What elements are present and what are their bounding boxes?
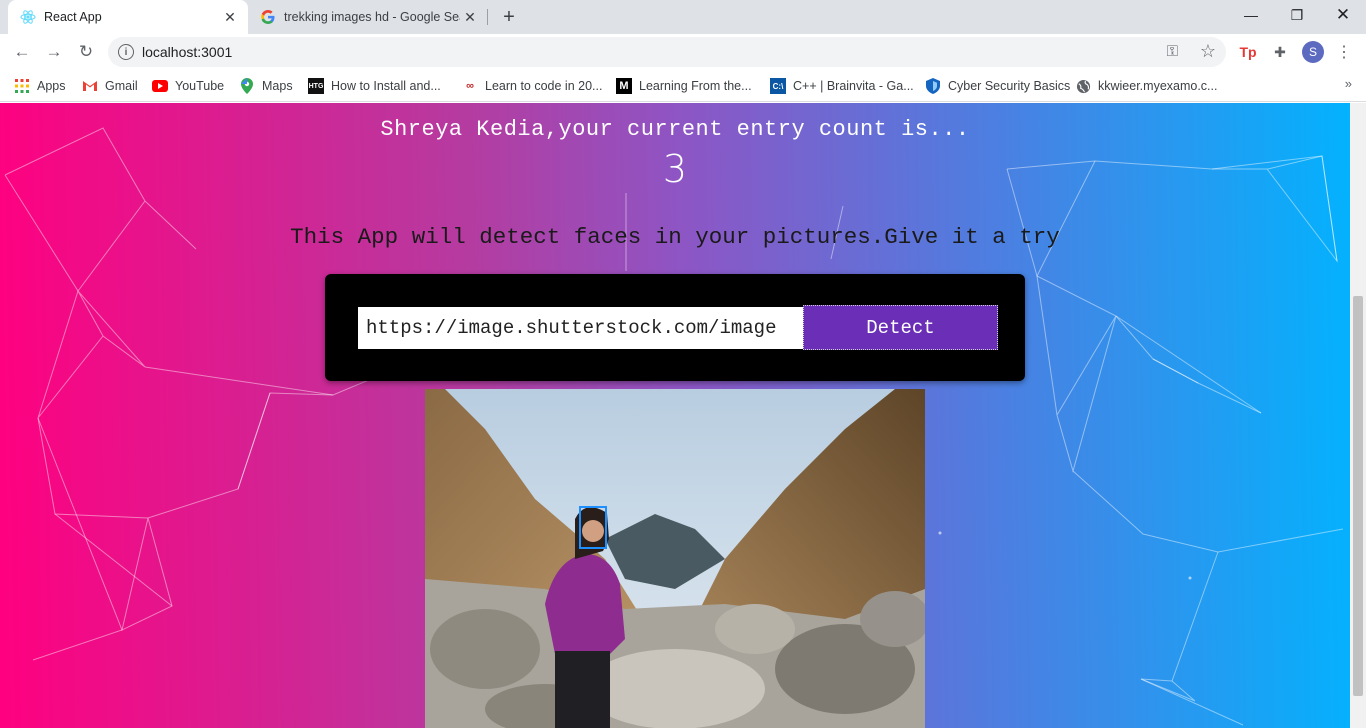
bookmark-maps[interactable]: Maps — [239, 76, 293, 96]
medium-icon: M — [616, 78, 632, 94]
bookmarks-bar: Apps Gmail YouTube Maps HTG How to Insta… — [0, 70, 1366, 102]
bookmark-learning-from[interactable]: M Learning From the... — [616, 76, 752, 96]
bookmark-label: kkwieer.myexamo.c... — [1098, 79, 1218, 93]
window-close-icon[interactable]: ✕ — [1320, 0, 1366, 30]
tab-title: trekking images hd - Google Sea — [284, 10, 460, 24]
bookmark-label: Learn to code in 20... — [485, 79, 603, 93]
bookmark-label: YouTube — [175, 79, 225, 93]
address-url: localhost:3001 — [142, 44, 233, 60]
globe-icon — [1075, 78, 1091, 94]
tab-react-app[interactable]: React App ✕ — [8, 0, 248, 34]
star-icon[interactable]: ☆ — [1200, 41, 1216, 62]
menu-icon[interactable]: ⋮ — [1336, 42, 1352, 62]
page-scrollbar[interactable] — [1350, 103, 1366, 728]
shield-icon — [925, 78, 941, 94]
bookmark-label: Learning From the... — [639, 79, 752, 93]
key-icon[interactable]: ⚿ — [1167, 43, 1178, 60]
bookmark-label: Maps — [262, 79, 293, 93]
code-icon: ∞ — [466, 80, 474, 92]
entry-count-value: 3 — [662, 147, 688, 191]
page-viewport: Shreya Kedia,your current entry count is… — [0, 103, 1366, 728]
tp-extension-icon[interactable]: Tp — [1238, 42, 1258, 62]
bookmark-label: Cyber Security Basics — [948, 79, 1071, 93]
new-tab-icon[interactable]: + — [498, 6, 520, 28]
gmail-icon — [82, 78, 98, 94]
back-icon[interactable]: ← — [8, 38, 36, 66]
more-bookmarks-icon[interactable]: » — [1345, 76, 1352, 91]
puzzle-icon[interactable]: ✚ — [1270, 42, 1290, 62]
site-info-icon[interactable]: i — [118, 44, 134, 60]
apps-grid-icon — [14, 78, 30, 94]
reload-icon[interactable]: ↻ — [72, 38, 100, 66]
restore-icon[interactable]: ❐ — [1274, 0, 1320, 30]
scrollbar-thumb[interactable] — [1353, 296, 1363, 696]
bookmark-label: C++ | Brainvita - Ga... — [793, 79, 914, 93]
bookmark-apps[interactable]: Apps — [14, 76, 66, 96]
htg-icon: HTG — [308, 78, 324, 94]
forward-icon[interactable]: → — [40, 38, 68, 66]
google-icon — [260, 9, 276, 25]
browser-toolbar: ← → ↻ i localhost:3001 ⚿ ☆ Tp ✚ S ⋮ — [0, 34, 1366, 70]
detect-button[interactable]: Detect — [803, 305, 998, 350]
bookmark-gmail[interactable]: Gmail — [82, 76, 138, 96]
entry-count-greeting: Shreya Kedia,your current entry count is… — [380, 117, 970, 142]
cpp-icon: C:\ — [770, 78, 786, 94]
bookmark-label: Apps — [37, 79, 66, 93]
tab-title: React App — [44, 10, 102, 24]
address-bar[interactable]: i localhost:3001 ⚿ ☆ — [108, 37, 1226, 67]
bookmark-kkwieer[interactable]: kkwieer.myexamo.c... — [1075, 76, 1217, 96]
bookmark-youtube[interactable]: YouTube — [152, 76, 224, 96]
youtube-icon — [152, 78, 168, 94]
maps-icon — [239, 78, 255, 94]
bookmark-cpp-brainvita[interactable]: C:\ C++ | Brainvita - Ga... — [770, 76, 914, 96]
bookmark-learn-to-code[interactable]: ∞ Learn to code in 20... — [462, 76, 602, 96]
bookmark-htg[interactable]: HTG How to Install and... — [308, 76, 441, 96]
avatar[interactable]: S — [1302, 41, 1324, 63]
image-link-form: Detect — [325, 274, 1025, 381]
app-description: This App will detect faces in your pictu… — [290, 224, 1060, 250]
bookmark-label: Gmail — [105, 79, 138, 93]
trekking-photo — [425, 389, 925, 728]
tab-separator — [487, 9, 488, 25]
tab-google-search[interactable]: trekking images hd - Google Sea ✕ — [252, 0, 488, 34]
result-image — [425, 389, 925, 728]
react-icon — [20, 9, 36, 25]
minimize-icon[interactable]: — — [1228, 0, 1274, 30]
image-url-input[interactable] — [358, 307, 803, 349]
bookmark-cyber-security[interactable]: Cyber Security Basics — [925, 76, 1070, 96]
tab-strip: React App ✕ trekking images hd - Google … — [0, 0, 1366, 34]
face-bounding-box — [579, 506, 607, 549]
bookmark-label: How to Install and... — [331, 79, 441, 93]
tab-close-icon[interactable]: ✕ — [460, 7, 480, 27]
tab-close-icon[interactable]: ✕ — [220, 7, 240, 27]
